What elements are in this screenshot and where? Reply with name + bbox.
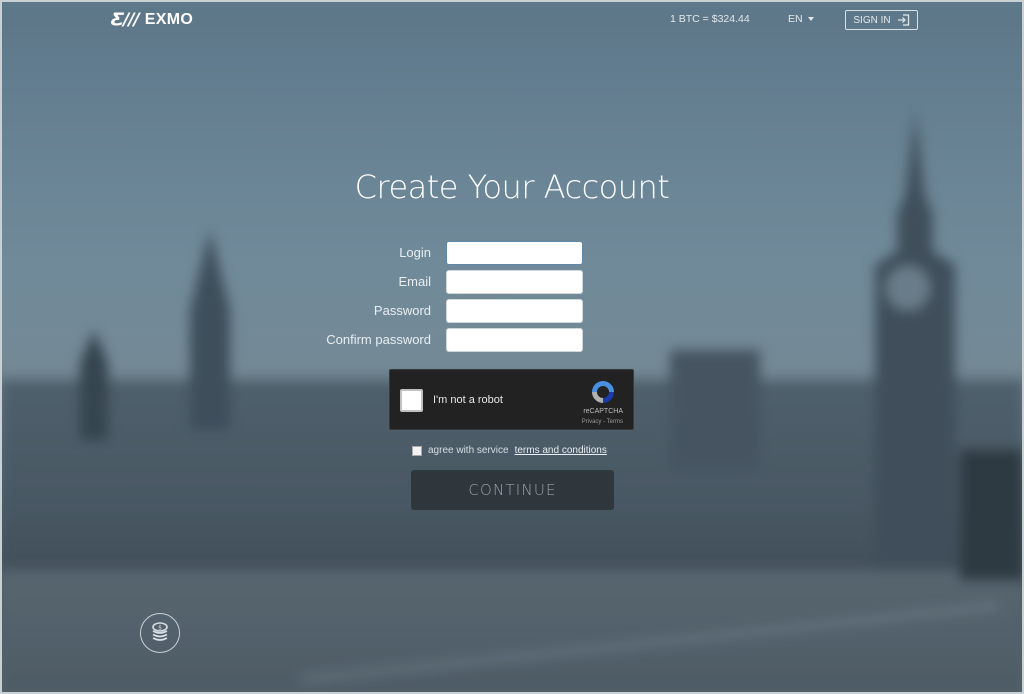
sign-in-icon [897, 14, 909, 26]
recaptcha-privacy-terms-link[interactable]: Privacy - Terms [582, 419, 623, 425]
password-input[interactable] [446, 299, 583, 323]
terms-text: agree with service [428, 445, 509, 456]
recaptcha-logo-icon [592, 381, 614, 403]
coin-stack-icon: $ [152, 622, 168, 641]
confirm-password-row: Confirm password [0, 328, 1024, 352]
login-input[interactable] [446, 241, 583, 265]
password-label: Password [373, 303, 431, 318]
top-bar: Ƹ/// EXMO 1 BTC = $324.44 EN SIGN IN [0, 0, 1024, 40]
email-input[interactable] [446, 270, 583, 294]
login-row: Login [0, 241, 1024, 265]
svg-text:$: $ [158, 625, 162, 632]
terms-checkbox[interactable] [412, 445, 422, 456]
exmo-logo-mark-icon: Ƹ/// [111, 10, 140, 30]
email-row: Email [0, 270, 1024, 294]
recaptcha-widget: I'm not a robot reCAPTCHA Privacy - Term… [389, 369, 634, 430]
confirm-password-label: Confirm password [326, 332, 431, 347]
language-selector[interactable]: EN [788, 13, 814, 25]
caret-down-icon [807, 17, 814, 21]
recaptcha-label: I'm not a robot [433, 394, 503, 406]
recaptcha-checkbox[interactable] [400, 389, 423, 412]
login-label: Login [399, 245, 431, 260]
brand-name: EXMO [144, 11, 194, 28]
page-title: Create Your Account [354, 168, 670, 206]
email-label: Email [398, 274, 431, 289]
password-row: Password [0, 299, 1024, 323]
language-value: EN [788, 13, 803, 25]
confirm-password-input[interactable] [446, 328, 583, 352]
exmo-logo[interactable]: Ƹ/// EXMO [111, 10, 193, 30]
continue-button[interactable]: CONTINUE [411, 470, 614, 510]
recaptcha-brand: reCAPTCHA [583, 408, 623, 415]
sign-in-label: SIGN IN [853, 14, 891, 26]
sign-in-button[interactable]: SIGN IN [845, 10, 918, 30]
coin-stack-button[interactable]: $ [140, 613, 180, 653]
terms-link[interactable]: terms and conditions [515, 445, 607, 456]
btc-rate: 1 BTC = $324.44 [670, 13, 750, 25]
terms-agreement: agree with service terms and conditions [412, 445, 607, 456]
